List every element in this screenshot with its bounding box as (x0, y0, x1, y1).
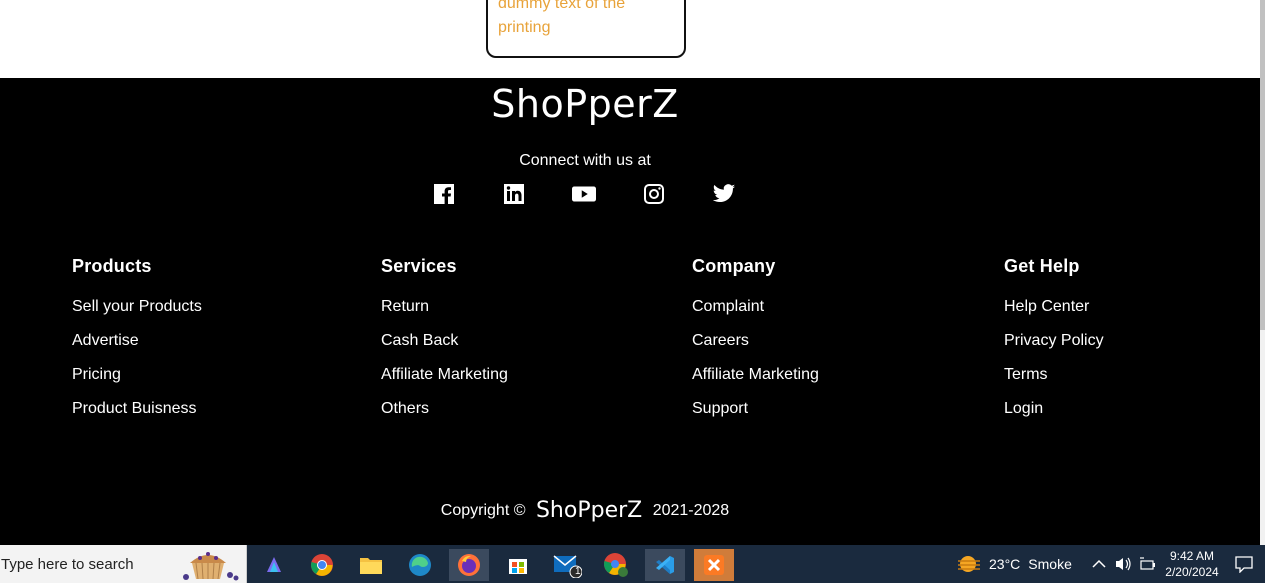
footer-link-privacy-policy[interactable]: Privacy Policy (1004, 324, 1104, 358)
weather-sun-icon (958, 556, 980, 572)
footer-link-terms[interactable]: Terms (1004, 358, 1104, 392)
footer-col-company: Company Complaint Careers Affiliate Mark… (692, 256, 819, 426)
copyright-brand: ShoPperZ (535, 498, 643, 523)
footer-link-others[interactable]: Others (381, 392, 508, 426)
footer-col-get-help: Get Help Help Center Privacy Policy Term… (1004, 256, 1104, 426)
footer-link-sell-products[interactable]: Sell your Products (72, 290, 202, 324)
clock-time: 9:42 AM (1169, 549, 1215, 563)
store-icon[interactable] (498, 549, 538, 581)
weather-condition: Smoke (1028, 556, 1072, 572)
footer-link-help-center[interactable]: Help Center (1004, 290, 1104, 324)
page-top-area: dummy text of the printing (0, 0, 1260, 78)
product-card[interactable]: dummy text of the printing (486, 0, 686, 58)
firefox-icon[interactable] (449, 549, 489, 581)
footer-link-cash-back[interactable]: Cash Back (381, 324, 508, 358)
footer-link-advertise[interactable]: Advertise (72, 324, 202, 358)
footer-link-return[interactable]: Return (381, 290, 508, 324)
col-heading: Services (381, 256, 457, 276)
chrome-icon[interactable] (302, 549, 342, 581)
copyright-years: 2021-2028 (652, 502, 730, 519)
footer-brand: ShoPperZ (491, 82, 679, 126)
taskbar: Type here to search 1 23°C Smoke 9:42 AM… (0, 545, 1265, 583)
copyright: Copyright © ShoPperZ 2021-2028 (0, 498, 1170, 523)
footer-link-support[interactable]: Support (692, 392, 819, 426)
col-heading: Get Help (1004, 256, 1080, 276)
footer-col-products: Products Sell your Products Advertise Pr… (72, 256, 202, 426)
search-placeholder: Type here to search (1, 556, 134, 573)
col-heading: Products (72, 256, 152, 276)
footer-link-complaint[interactable]: Complaint (692, 290, 819, 324)
chrome-profile-icon[interactable] (596, 549, 636, 581)
search-highlight-muffin-icon (182, 547, 242, 581)
vscode-icon[interactable] (645, 549, 685, 581)
xampp-icon[interactable] (694, 549, 734, 581)
weather-widget[interactable]: 23°C Smoke (956, 545, 1072, 583)
youtube-icon[interactable] (572, 182, 596, 206)
notifications-icon[interactable] (1234, 545, 1254, 583)
volume-icon[interactable] (1114, 545, 1132, 583)
footer-link-product-business[interactable]: Product Buisness (72, 392, 202, 426)
clock-date: 2/20/2024 (1165, 565, 1219, 579)
col-heading: Company (692, 256, 776, 276)
mail-icon[interactable]: 1 (547, 549, 587, 581)
network-icon[interactable] (1139, 545, 1157, 583)
footer: ShoPperZ Connect with us at Products Sel… (0, 78, 1260, 545)
scrollbar-thumb[interactable] (1260, 0, 1265, 330)
footer-link-pricing[interactable]: Pricing (72, 358, 202, 392)
tray-chevron-icon[interactable] (1092, 545, 1106, 583)
social-links (432, 182, 736, 206)
mail-badge: 1 (575, 566, 581, 577)
file-explorer-icon[interactable] (351, 549, 391, 581)
footer-col-services: Services Return Cash Back Affiliate Mark… (381, 256, 508, 426)
instagram-icon[interactable] (642, 182, 666, 206)
taskbar-clock[interactable]: 9:42 AM 2/20/2024 (1160, 548, 1224, 580)
footer-link-affiliate-marketing[interactable]: Affiliate Marketing (381, 358, 508, 392)
card-text-line1: dummy text of the (498, 0, 626, 12)
copilot-icon[interactable] (254, 549, 294, 581)
facebook-icon[interactable] (432, 182, 456, 206)
connect-text: Connect with us at (519, 152, 651, 169)
card-text-line2: printing (498, 19, 551, 36)
copyright-prefix: Copyright © (440, 502, 526, 519)
edge-icon[interactable] (400, 549, 440, 581)
linkedin-icon[interactable] (502, 182, 526, 206)
footer-link-careers[interactable]: Careers (692, 324, 819, 358)
footer-link-login[interactable]: Login (1004, 392, 1104, 426)
twitter-icon[interactable] (712, 182, 736, 206)
footer-link-affiliate-marketing[interactable]: Affiliate Marketing (692, 358, 819, 392)
weather-temp: 23°C (989, 556, 1021, 572)
